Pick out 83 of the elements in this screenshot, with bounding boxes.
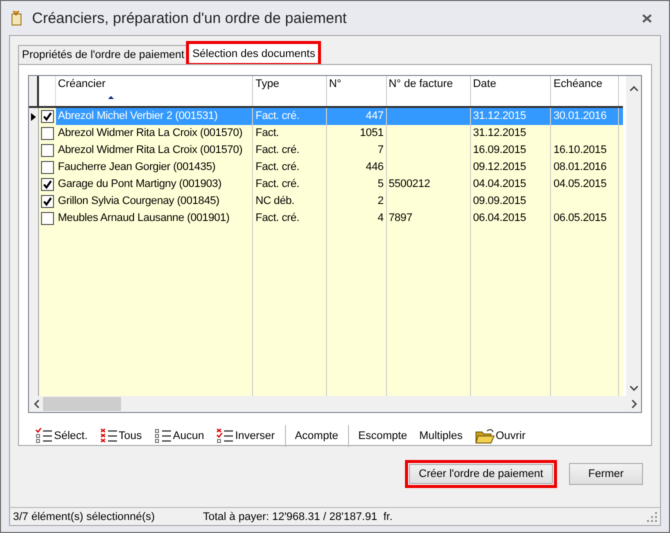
checklist-icon[interactable] [100,428,118,444]
table-cell-text: 446 [366,160,384,175]
table-row[interactable]: Garage du Pont Martigny (001903) Fact. cré. 5 5500212 04.04.2015 04.05.2015 [29,176,623,193]
column-header[interactable]: N° [326,76,387,106]
table-cell-text: 7 [378,143,384,158]
toolbar-button[interactable]: Escompte [355,425,416,447]
checkbox[interactable] [40,127,54,140]
scrollbar-thumb[interactable] [43,397,121,411]
toolbar-button[interactable]: Aucun [150,425,214,447]
table-row[interactable]: Abrezol Widmer Rita La Croix (001570) Fact. 1051 31.12.2015 [29,125,623,142]
toolbar-button[interactable]: Sélect. [32,425,97,447]
table-cell-text: 04.04.2015 [472,177,526,192]
table-cell-text: 31.12.2015 [472,109,526,124]
checkbox[interactable] [40,110,54,123]
checklist-icon[interactable] [216,428,234,444]
table-cell-text: 2 [378,194,384,209]
table-cell-text: Fact. cré. [255,109,300,124]
checkbox[interactable] [40,212,54,225]
toolbar-button[interactable]: Acompte [292,425,348,447]
table-cell-text: 04.05.2015 [553,177,606,192]
table-cell-text: Fact. cré. [255,143,300,158]
table-cell-text: Abrezol Michel Verbier 2 (001531) [58,109,218,124]
checkbox[interactable] [40,161,54,174]
tab[interactable]: Sélection des documents [188,43,320,64]
table-cell-text: Fact. cré. [255,211,300,226]
table-row[interactable]: Grillon Sylvia Courgenay (001845) NC déb. 2 09.09.2015 [29,193,623,210]
window-title: Créanciers, préparation d'un ordre de paiement [32,10,348,26]
table-cell-text: Fact. [255,126,279,141]
table-cell-text: Abrezol Widmer Rita La Croix (001570) [58,126,242,141]
horizontal-scrollbar[interactable] [29,396,641,412]
checkbox[interactable] [40,178,54,191]
resize-grip-icon[interactable] [647,512,657,522]
toolbar-button[interactable]: Tous [96,425,151,447]
table-cell-text: 4 [378,211,384,226]
column-header[interactable]: Echéance [551,76,619,106]
column-header[interactable]: Créancier [56,76,254,106]
tab[interactable]: Propriétés de l'ordre de paiement [18,45,188,64]
checklist-icon[interactable] [154,428,172,444]
table-cell-text: 09.09.2015 [472,194,526,209]
status-text: 3/7 élément(s) sélectionné(s) [13,510,156,522]
table-cell-text: Faucherre Jean Gorgier (001435) [58,160,216,175]
table-cell-text: 08.01.2016 [553,160,606,175]
table-row[interactable]: Faucherre Jean Gorgier (001435) Fact. cré. 446 09.12.2015 08.01.2016 [29,159,623,176]
column-header[interactable]: Date [470,76,552,106]
checkbox[interactable] [40,195,54,208]
table-cell-text: 7897 [388,211,412,226]
vertical-scrollbar[interactable] [626,76,641,396]
status-text: Total à payer: 12'968.31 / 28'187.91 fr. [203,510,394,522]
table-cell-text: 09.12.2015 [472,160,526,175]
table-cell-text: Fact. cré. [255,177,300,192]
table-cell-text: NC déb. [255,194,294,209]
toolbar-button[interactable]: Ouvrir [472,425,535,447]
table-cell-text: 5 [378,177,384,192]
column-header[interactable]: Type [253,76,327,106]
button[interactable]: Créer l'ordre de paiement [405,460,557,488]
table-row[interactable]: Abrezol Widmer Rita La Croix (001570) Fact. cré. 7 16.09.2015 16.10.2015 [29,142,623,159]
table-row[interactable]: Meubles Arnaud Lausanne (001901) Fact. cré. 4 7897 06.04.2015 06.05.2015 [29,210,623,227]
checklist-icon[interactable] [35,428,53,444]
table-cell-text: Fact. cré. [255,160,300,175]
table-cell-text: Grillon Sylvia Courgenay (001845) [58,194,220,209]
table-cell-text: 5500212 [388,177,430,192]
chevron-up-icon[interactable] [630,86,638,91]
table-cell-text: Garage du Pont Martigny (001903) [58,177,222,192]
button[interactable]: Fermer [569,463,643,485]
toolbar-button[interactable]: Multiples [416,425,472,447]
chevron-left-icon[interactable] [34,400,39,408]
table-cell-text: 30.01.2016 [553,109,606,124]
column-header[interactable]: N° de facture [386,76,471,106]
checkbox[interactable] [40,144,54,157]
table-cell-text: 06.04.2015 [472,211,526,226]
toolbar-button[interactable]: Inverser [213,425,284,447]
table-cell-text: 06.05.2015 [553,211,606,226]
chevron-right-icon[interactable] [632,400,637,408]
table-cell-text: 31.12.2015 [472,126,526,141]
table-cell-text: 16.09.2015 [472,143,526,158]
close-icon[interactable] [642,14,652,22]
table-cell-text: 447 [366,109,384,124]
folder-icon[interactable] [474,428,495,444]
table-cell-text: Abrezol Widmer Rita La Croix (001570) [58,143,242,158]
table-cell-text: Meubles Arnaud Lausanne (001901) [58,211,230,226]
table-cell-text: 1051 [360,126,384,141]
table-cell-text: 16.10.2015 [553,143,606,158]
chevron-down-icon[interactable] [630,386,638,391]
